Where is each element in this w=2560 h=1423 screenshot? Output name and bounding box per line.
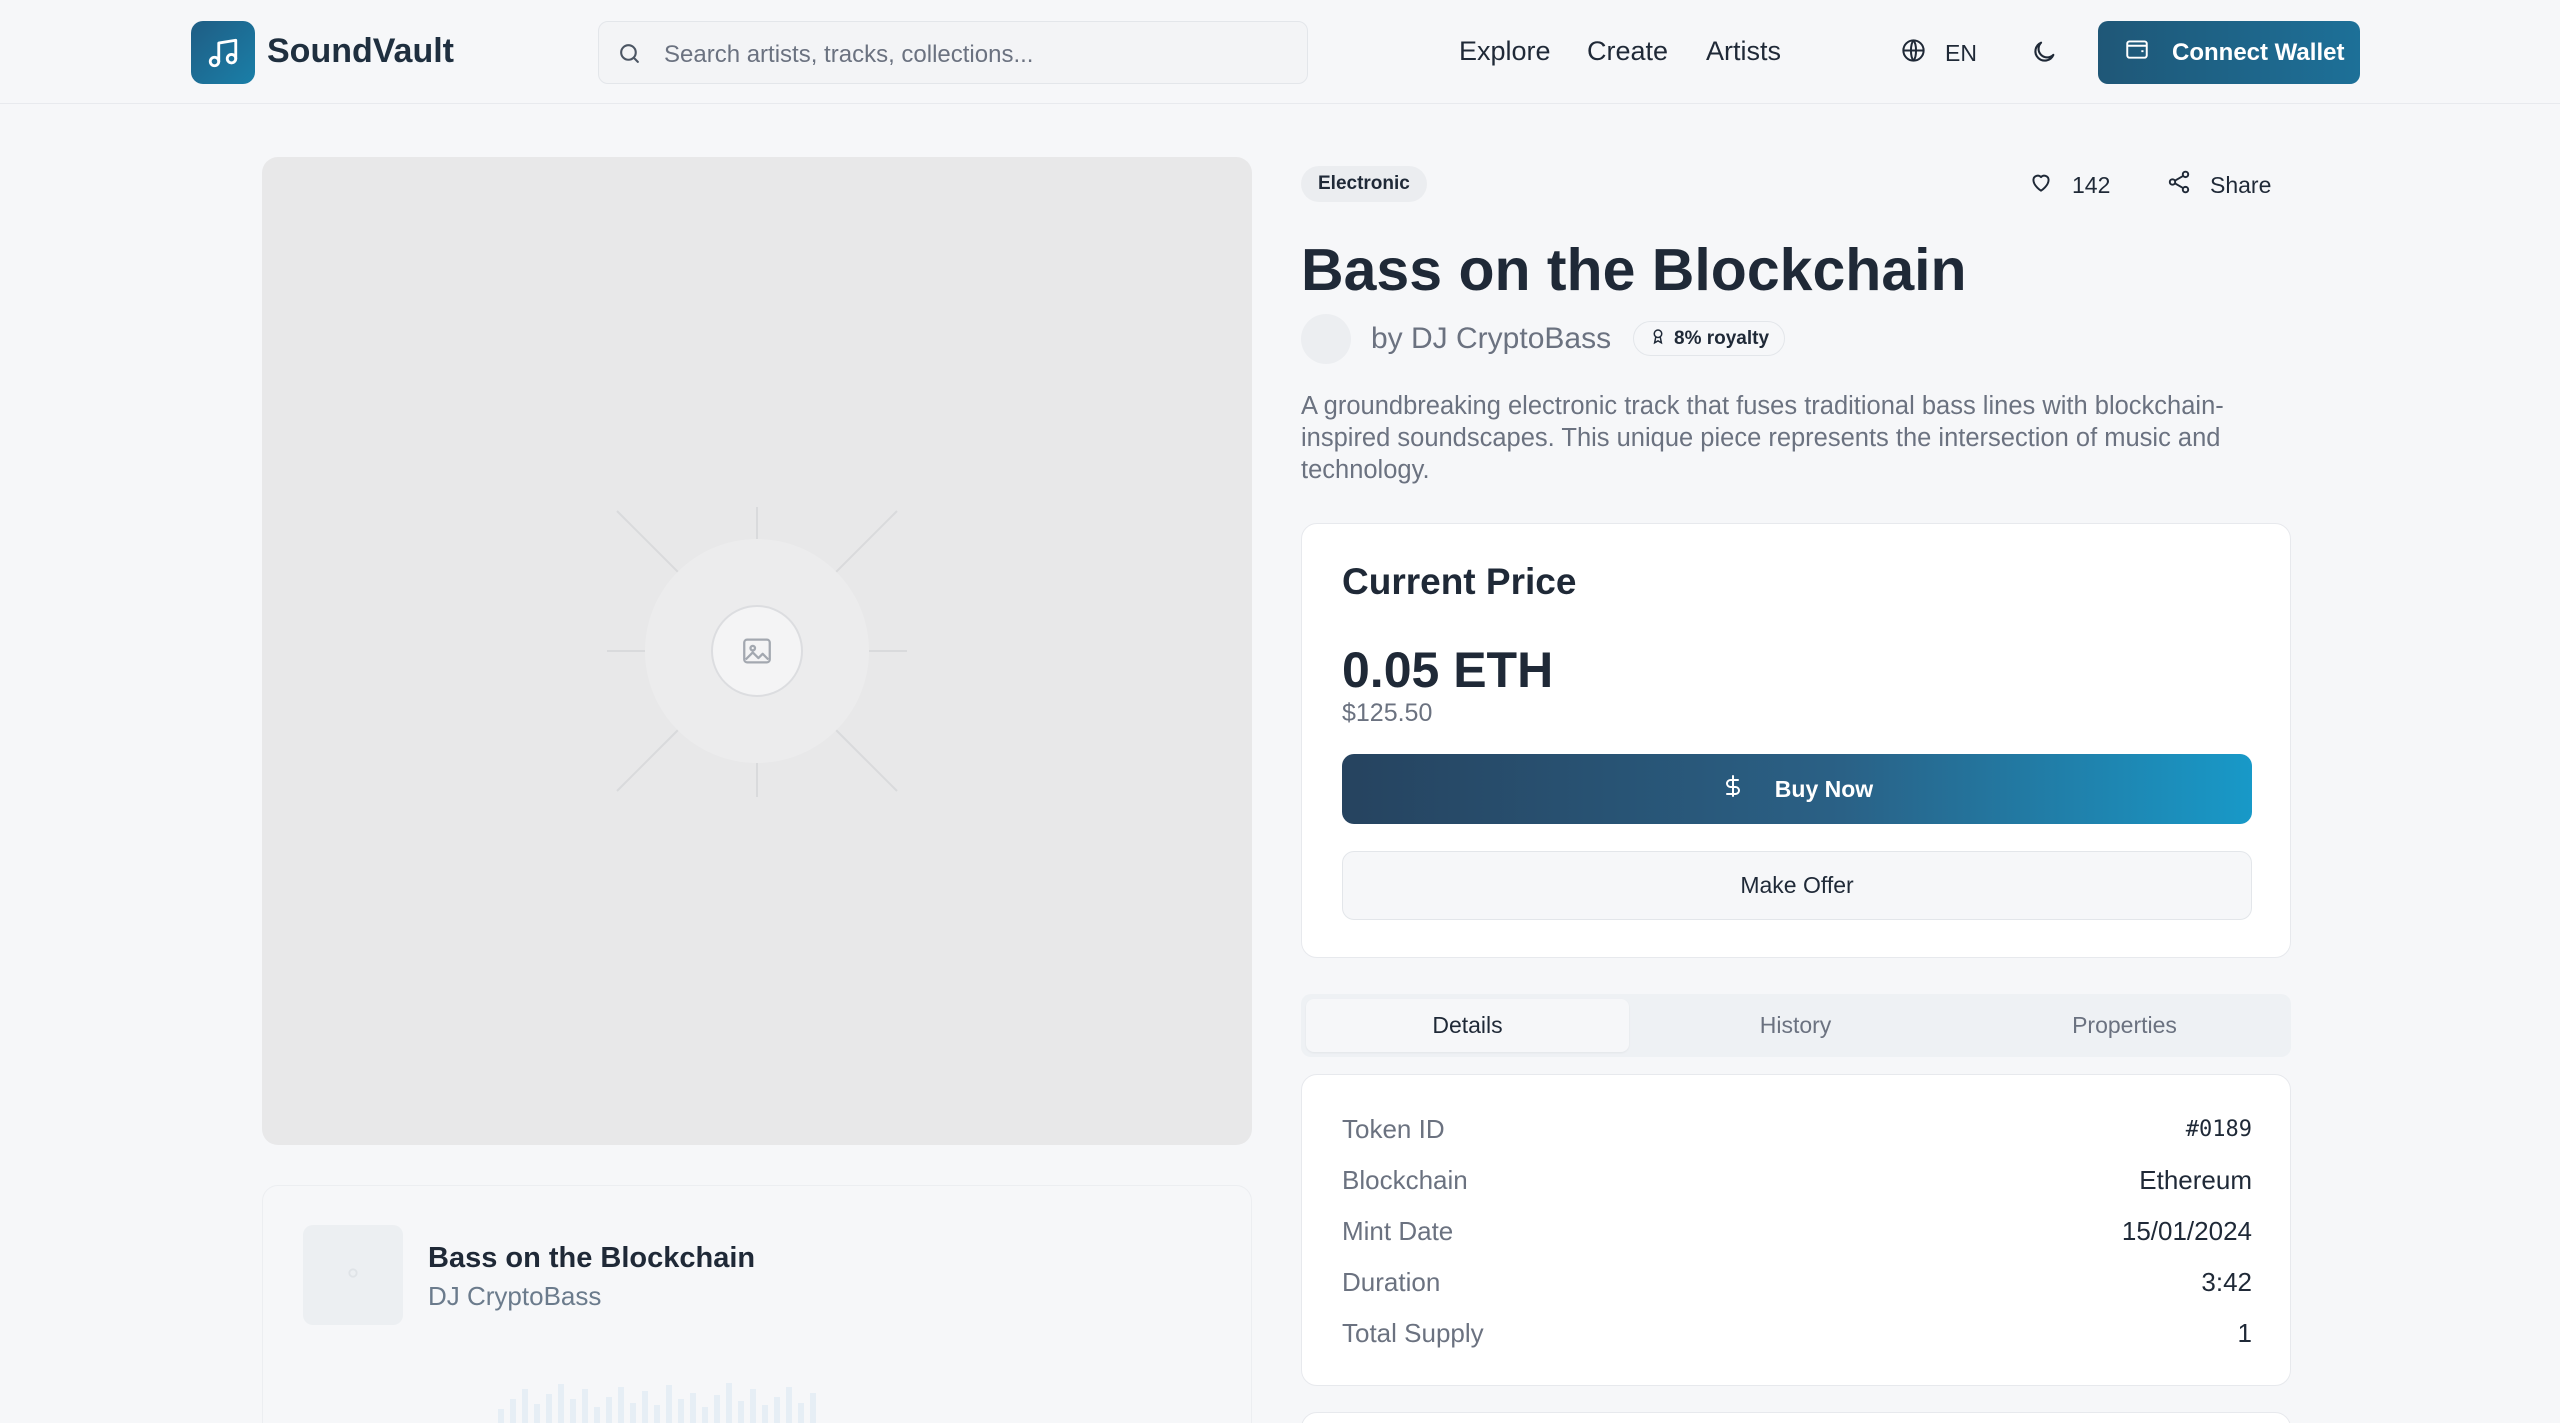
- share-icon: [2166, 169, 2192, 201]
- detail-row-mint-date: Mint Date 15/01/2024: [1342, 1211, 2252, 1251]
- detail-key: Total Supply: [1342, 1317, 1484, 1348]
- share-button[interactable]: Share: [2166, 169, 2271, 201]
- share-label: Share: [2210, 171, 2272, 198]
- connect-wallet-button[interactable]: Connect Wallet: [2098, 21, 2360, 84]
- nav-artists[interactable]: Artists: [1706, 36, 1781, 67]
- detail-value: #0189: [2185, 1116, 2252, 1142]
- language-label: EN: [1945, 40, 1977, 66]
- artist-name[interactable]: by DJ CryptoBass: [1371, 322, 1611, 356]
- brand-name[interactable]: SoundVault: [267, 32, 454, 71]
- price-card: Current Price 0.05 ETH $125.50 Buy Now M…: [1301, 523, 2291, 958]
- nav-create[interactable]: Create: [1587, 36, 1668, 67]
- detail-key: Blockchain: [1342, 1164, 1468, 1195]
- detail-key: Duration: [1342, 1266, 1441, 1297]
- dollar-icon: [1721, 773, 1745, 805]
- detail-value: 15/01/2024: [2121, 1215, 2252, 1246]
- artwork-placeholder: [262, 157, 1252, 1145]
- royalty-badge: 8% royalty: [1633, 321, 1786, 356]
- language-selector[interactable]: EN: [1900, 37, 1977, 70]
- connect-wallet-label: Connect Wallet: [2172, 38, 2345, 66]
- logo-music-icon[interactable]: [191, 21, 255, 84]
- moon-icon[interactable]: [2030, 38, 2058, 71]
- tab-details[interactable]: Details: [1306, 999, 1629, 1052]
- details-card: Token ID #0189 Blockchain Ethereum Mint …: [1301, 1074, 2291, 1386]
- nav-explore[interactable]: Explore: [1459, 36, 1551, 67]
- like-count: 142: [2072, 171, 2111, 198]
- buy-now-button[interactable]: Buy Now: [1342, 754, 2252, 824]
- wallet-icon: [2124, 36, 2150, 69]
- price-usd: $125.50: [1342, 699, 1433, 727]
- award-icon: [1649, 327, 1667, 351]
- globe-icon: [1900, 37, 1927, 70]
- detail-row-total-supply: Total Supply 1: [1342, 1313, 2252, 1353]
- detail-key: Token ID: [1342, 1113, 1445, 1144]
- track-title: Bass on the Blockchain: [1301, 237, 1967, 303]
- preview-track-title: Bass on the Blockchain: [428, 1242, 756, 1274]
- price-heading: Current Price: [1342, 561, 1577, 602]
- make-offer-button[interactable]: Make Offer: [1342, 851, 2252, 920]
- next-section-card: [1301, 1412, 2291, 1423]
- detail-value: 1: [2237, 1317, 2252, 1348]
- detail-row-token-id: Token ID #0189: [1342, 1109, 2252, 1149]
- search-placeholder: Search artists, tracks, collections...: [664, 41, 1034, 68]
- detail-value: Ethereum: [2139, 1164, 2252, 1195]
- track-description: A groundbreaking electronic track that f…: [1301, 392, 2224, 484]
- preview-artist-name[interactable]: DJ CryptoBass: [428, 1281, 601, 1312]
- music-icon: [342, 1262, 364, 1289]
- waveform[interactable]: [498, 1369, 1018, 1423]
- track-preview-card: Bass on the Blockchain DJ CryptoBass: [262, 1185, 1252, 1423]
- search-input[interactable]: Search artists, tracks, collections...: [598, 21, 1308, 84]
- detail-row-blockchain: Blockchain Ethereum: [1342, 1160, 2252, 1200]
- detail-row-duration: Duration 3:42: [1342, 1262, 2252, 1302]
- heart-icon: [2028, 169, 2054, 201]
- buy-now-label: Buy Now: [1774, 775, 1874, 802]
- like-button[interactable]: 142: [2028, 169, 2110, 201]
- detail-tabs: Details History Properties: [1301, 994, 2291, 1057]
- price-eth: 0.05 ETH: [1342, 642, 1554, 698]
- artist-avatar[interactable]: [1301, 314, 1351, 364]
- tab-properties[interactable]: Properties: [1963, 999, 2286, 1052]
- track-thumbnail: [303, 1225, 403, 1325]
- image-placeholder-icon: [740, 634, 774, 673]
- detail-value: 3:42: [2201, 1266, 2252, 1297]
- royalty-label: 8% royalty: [1674, 327, 1770, 349]
- tab-history[interactable]: History: [1634, 999, 1957, 1052]
- search-icon: [617, 41, 642, 71]
- genre-badge[interactable]: Electronic: [1301, 166, 1427, 202]
- top-header: SoundVault Search artists, tracks, colle…: [0, 0, 2560, 104]
- detail-key: Mint Date: [1342, 1215, 1454, 1246]
